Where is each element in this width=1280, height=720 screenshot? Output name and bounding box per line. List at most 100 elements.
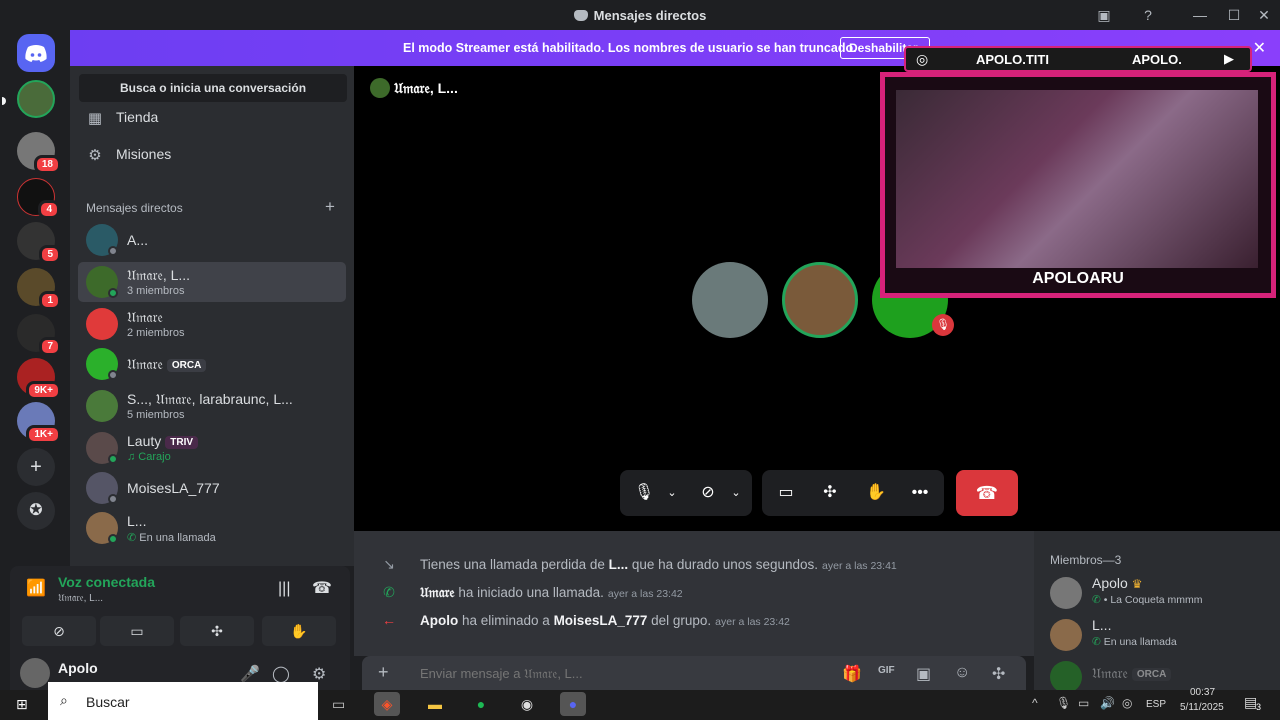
apps-icon[interactable]: ✣ xyxy=(992,664,1005,684)
dm-item[interactable]: Lauty TRIV ♫ Carajo xyxy=(78,428,346,468)
server-2[interactable]: 4 xyxy=(17,178,60,219)
voice-channel[interactable]: 𝔘𝔪𝔞𝔯𝔢, L... xyxy=(58,593,103,604)
member-item[interactable]: Apolo ♛ ✆ • La Coqueta mmmm xyxy=(1050,573,1270,613)
activities-button[interactable]: ✣ xyxy=(180,616,254,646)
server-5[interactable]: 7 xyxy=(17,314,61,356)
close-window-button[interactable]: ✕ xyxy=(1254,6,1274,24)
search-icon: ⌕ xyxy=(60,692,68,708)
phone-icon: ✆ xyxy=(1092,594,1101,606)
server-6[interactable]: 9K+ xyxy=(17,358,61,400)
chevron-down-icon[interactable]: ⌄ xyxy=(660,481,684,505)
gift-icon[interactable]: 🎁 xyxy=(842,664,862,684)
sticker-icon[interactable]: ▣ xyxy=(916,664,931,684)
create-dm-icon[interactable]: + xyxy=(325,197,335,217)
notification-count: 3 xyxy=(1256,702,1262,712)
camera-off-icon[interactable]: ⊘ xyxy=(696,481,720,505)
phone-icon: ✆ xyxy=(383,584,395,600)
participant-avatar-speaking[interactable] xyxy=(782,262,858,338)
brave-browser-icon[interactable]: ◈ xyxy=(374,692,400,716)
guild-tag: ORCA xyxy=(166,359,207,372)
gif-icon[interactable]: GIF xyxy=(878,665,895,676)
status-online xyxy=(108,534,118,544)
file-explorer-icon[interactable]: ▬ xyxy=(422,692,448,716)
screen-share-icon[interactable]: ▣ xyxy=(1094,6,1114,24)
discord-taskbar-icon[interactable]: ● xyxy=(560,692,586,716)
message-input[interactable] xyxy=(420,663,820,683)
taskbar-search[interactable]: ⌕ Buscar xyxy=(48,682,318,720)
home-button[interactable] xyxy=(17,34,55,72)
dm-item[interactable]: 𝔘𝔪𝔞𝔯𝔢 2 miembros xyxy=(78,304,346,344)
server-4[interactable]: 1 xyxy=(17,268,61,310)
chat-messages: ↘ Tienes una llamada perdida de L... que … xyxy=(354,531,1034,656)
settings-gear-icon[interactable]: ⚙ xyxy=(312,664,326,684)
tray-chevron-icon[interactable]: ^ xyxy=(1032,696,1038,710)
headset-icon[interactable]: ◯ xyxy=(272,664,290,684)
avatar xyxy=(1050,577,1082,609)
voice-status[interactable]: Voz conectada xyxy=(58,574,155,590)
dm-item[interactable]: L... ✆ En una llamada xyxy=(78,508,346,548)
hang-up-button[interactable]: ☎ xyxy=(956,470,1018,516)
dm-item[interactable]: A... xyxy=(78,220,346,260)
noise-suppression-icon[interactable]: ||| xyxy=(278,580,290,598)
streamer-name: APOLOARU xyxy=(1032,270,1124,287)
guild-tag: ORCA xyxy=(1131,668,1172,681)
spotify-icon[interactable]: ● xyxy=(468,692,494,716)
quests-icon: ⚙ xyxy=(88,147,102,164)
clock-time[interactable]: 00:37 xyxy=(1190,687,1215,698)
tray-app-icon[interactable]: ◎ xyxy=(1122,696,1132,710)
maximize-button[interactable]: ☐ xyxy=(1224,6,1244,24)
windows-start-icon[interactable]: ⊞ xyxy=(16,696,28,713)
guild-tag: TRIV xyxy=(165,436,199,449)
camera-off-button[interactable]: ⊘ xyxy=(22,616,96,646)
soundboard-icon[interactable]: ✋ xyxy=(864,481,888,505)
obs-icon[interactable]: ◉ xyxy=(514,692,540,716)
dm-item-active[interactable]: 𝔘𝔪𝔞𝔯𝔢, L... 3 miembros xyxy=(78,262,346,302)
conversation-search[interactable]: Busca o inicia una conversación xyxy=(79,74,347,102)
volume-icon[interactable]: 🔊 xyxy=(1100,696,1115,710)
member-list: Miembros—3 Apolo ♛ ✆ • La Coqueta mmmm L… xyxy=(1034,531,1280,693)
banner-text: El modo Streamer está habilitado. Los no… xyxy=(403,41,857,55)
webcam-overlay: ◎ APOLO.TITI APOLO. ▶ APOLOARU xyxy=(880,42,1276,300)
attach-plus-icon[interactable]: + xyxy=(378,662,389,683)
microphone-icon[interactable]: 🎙 xyxy=(632,481,656,505)
voice-server[interactable] xyxy=(2,80,55,118)
instagram-icon: ◎ xyxy=(916,51,929,67)
nav-shop[interactable]: ▦ Tienda xyxy=(80,100,344,136)
emoji-icon[interactable]: ☺ xyxy=(954,664,970,682)
server-1[interactable]: 18 xyxy=(17,132,61,174)
more-options-icon[interactable]: ••• xyxy=(908,481,932,505)
disconnect-icon[interactable]: ☎ xyxy=(312,578,332,598)
call-actions: ▭ ✣ ✋ ••• xyxy=(762,470,944,516)
dm-item[interactable]: S..., 𝔘𝔪𝔞𝔯𝔢, larabraunc, L... 5 miembros xyxy=(78,386,346,426)
share-screen-icon[interactable]: ▭ xyxy=(774,481,798,505)
signal-icon: 📶 xyxy=(26,580,46,597)
activities-icon[interactable]: ✣ xyxy=(818,481,842,505)
server-7[interactable]: 1K+ xyxy=(17,402,61,444)
minimize-button[interactable]: — xyxy=(1190,6,1210,24)
server-3[interactable]: 5 xyxy=(17,222,61,264)
soundboard-button[interactable]: ✋ xyxy=(262,616,336,646)
voice-connected-panel: 📶 Voz conectada 𝔘𝔪𝔞𝔯𝔢, L... ||| ☎ ⊘ ▭ ✣ … xyxy=(10,566,350,656)
member-item[interactable]: L... ✆ En una llamada xyxy=(1050,615,1270,655)
chevron-down-icon[interactable]: ⌄ xyxy=(724,481,748,505)
participant-avatar[interactable] xyxy=(692,262,768,338)
muted-icon: 🎙 xyxy=(932,314,954,336)
tray-mic-icon[interactable]: 🎙 xyxy=(1056,696,1071,710)
network-icon[interactable]: ▭ xyxy=(1078,696,1089,710)
share-screen-button[interactable]: ▭ xyxy=(100,616,174,646)
help-icon[interactable]: ? xyxy=(1138,6,1158,24)
dm-item[interactable]: MoisesLA_777 xyxy=(78,468,346,508)
mic-icon[interactable]: 🎤 xyxy=(240,664,260,684)
language-indicator[interactable]: ESP xyxy=(1146,699,1166,710)
add-server-icon[interactable]: + xyxy=(17,448,55,486)
clock-date[interactable]: 5/11/2025 xyxy=(1180,702,1224,713)
call-title: 𝔘𝔪𝔞𝔯𝔢, L... xyxy=(394,80,458,96)
nav-quests[interactable]: ⚙ Misiones xyxy=(80,137,344,173)
status-offline xyxy=(108,370,118,380)
system-message: ← Apolo ha eliminado a MoisesLA_777 del g… xyxy=(382,612,790,628)
avatar[interactable] xyxy=(20,658,50,688)
user-name: Apolo xyxy=(58,660,98,676)
discover-icon[interactable]: ✪ xyxy=(17,492,55,530)
task-view-icon[interactable]: ▭ xyxy=(332,696,345,713)
dm-item[interactable]: 𝔘𝔪𝔞𝔯𝔢 ORCA xyxy=(78,344,346,384)
